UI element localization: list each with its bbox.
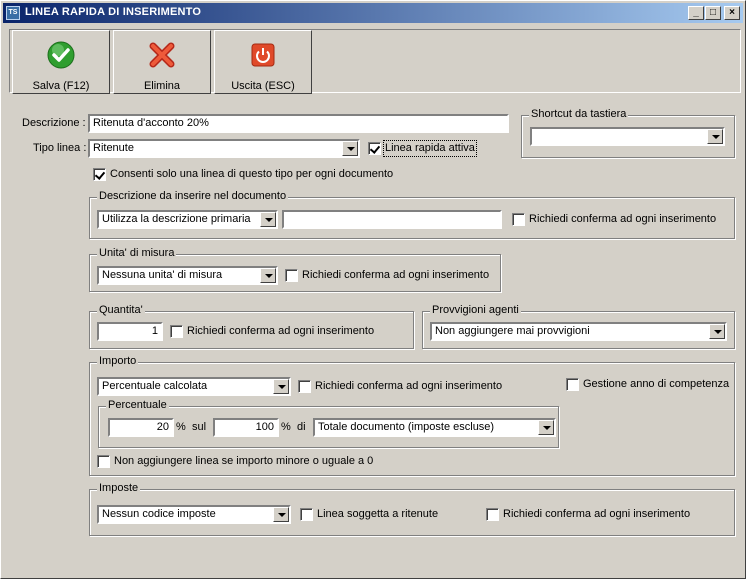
checkbox-icon[interactable] xyxy=(566,378,579,391)
soggetta-ritenute-checkbox[interactable]: Linea soggetta a ritenute xyxy=(300,508,438,522)
provvigioni-group: Provvigioni agenti Non aggiungere mai pr… xyxy=(422,304,735,349)
quantita-input[interactable]: 1 xyxy=(97,322,163,341)
checkbox-checked-icon[interactable] xyxy=(93,168,106,181)
maximize-button[interactable]: □ xyxy=(705,6,721,20)
descrizione-mode-select[interactable]: Utilizza la descrizione primaria xyxy=(97,210,278,229)
checkbox-icon[interactable] xyxy=(300,508,313,521)
percent-symbol-2: % xyxy=(281,421,291,433)
descrizione-doc-group: Descrizione da inserire nel documento Ut… xyxy=(89,190,735,239)
importo-confirm-label: Richiedi conferma ad ogni inserimento xyxy=(315,380,503,392)
exit-button[interactable]: Uscita (ESC) xyxy=(214,30,312,94)
delete-button[interactable]: Elimina xyxy=(113,30,211,94)
quantita-title: Quantita' xyxy=(97,304,145,316)
descrizione-doc-confirm-label: Richiedi conferma ad ogni inserimento xyxy=(529,213,717,225)
minimize-button[interactable]: _ xyxy=(688,6,704,20)
descrizione-doc-title: Descrizione da inserire nel documento xyxy=(97,190,289,202)
chevron-down-icon[interactable] xyxy=(273,507,289,522)
tipo-linea-select[interactable]: Ritenute xyxy=(88,139,360,158)
shortcut-group-title: Shortcut da tastiera xyxy=(529,108,629,120)
totale-select[interactable]: Totale documento (imposte escluse) xyxy=(313,418,556,437)
imposte-value: Nessun codice imposte xyxy=(102,508,216,520)
unita-title: Unita' di misura xyxy=(97,247,177,259)
linea-rapida-attiva-label: Linea rapida attiva xyxy=(383,140,477,157)
provvigioni-title: Provvigioni agenti xyxy=(430,304,521,316)
toolbar: Salva (F12) Elimina Uscita (ESC) xyxy=(9,29,741,94)
checkmark-icon xyxy=(47,41,75,69)
linea-rapida-attiva-checkbox[interactable]: Linea rapida attiva xyxy=(368,140,477,157)
imposte-select[interactable]: Nessun codice imposte xyxy=(97,505,291,524)
totale-value: Totale documento (imposte escluse) xyxy=(318,421,495,433)
chevron-down-icon[interactable] xyxy=(707,129,723,144)
provvigioni-select[interactable]: Non aggiungere mai provvigioni xyxy=(430,322,727,341)
title-bar[interactable]: TS LINEA RAPIDA DI INSERIMENTO _ □ × xyxy=(3,3,743,23)
importo-mode-select[interactable]: Percentuale calcolata xyxy=(97,377,291,396)
descrizione-input[interactable]: Ritenuta d'acconto 20% xyxy=(88,114,509,133)
shortcut-group: Shortcut da tastiera xyxy=(521,108,735,158)
imposte-group: Imposte Nessun codice imposte Linea sogg… xyxy=(89,482,735,536)
delete-button-label: Elimina xyxy=(143,80,181,92)
power-icon xyxy=(251,43,275,67)
unita-group: Unita' di misura Nessuna unita' di misur… xyxy=(89,247,501,292)
gestione-anno-checkbox[interactable]: Gestione anno di competenza xyxy=(566,378,729,392)
percentuale-group: Percentuale 20 % sul 100 % di Totale doc… xyxy=(98,399,559,448)
quantita-group: Quantita' 1 Richiedi conferma ad ogni in… xyxy=(89,304,414,349)
checkbox-icon[interactable] xyxy=(170,325,183,338)
quantita-confirm-checkbox[interactable]: Richiedi conferma ad ogni inserimento xyxy=(170,325,374,339)
percent-input[interactable]: 20 xyxy=(108,418,174,437)
chevron-down-icon[interactable] xyxy=(538,420,554,435)
checkbox-icon[interactable] xyxy=(298,380,311,393)
imposte-confirm-checkbox[interactable]: Richiedi conferma ad ogni inserimento xyxy=(486,508,690,522)
delete-x-icon xyxy=(149,42,175,68)
checkbox-icon[interactable] xyxy=(486,508,499,521)
tipo-linea-value: Ritenute xyxy=(93,142,134,154)
soggetta-ritenute-label: Linea soggetta a ritenute xyxy=(317,508,439,520)
chevron-down-icon[interactable] xyxy=(260,212,276,227)
shortcut-select[interactable] xyxy=(530,127,725,146)
unita-confirm-label: Richiedi conferma ad ogni inserimento xyxy=(302,269,490,281)
chevron-down-icon[interactable] xyxy=(273,379,289,394)
app-icon: TS xyxy=(6,6,20,20)
unita-value: Nessuna unita' di misura xyxy=(102,269,223,281)
non-aggiungere-checkbox[interactable]: Non aggiungere linea se importo minore o… xyxy=(97,455,373,469)
checkbox-checked-icon[interactable] xyxy=(368,142,381,155)
importo-mode-value: Percentuale calcolata xyxy=(102,380,208,392)
close-button[interactable]: × xyxy=(724,6,740,20)
descrizione-mode-value: Utilizza la descrizione primaria xyxy=(102,213,251,225)
percent-symbol: % xyxy=(176,421,186,433)
importo-title: Importo xyxy=(97,355,139,367)
importo-confirm-checkbox[interactable]: Richiedi conferma ad ogni inserimento xyxy=(298,380,502,394)
imposte-title: Imposte xyxy=(97,482,141,494)
tipo-linea-label: Tipo linea : xyxy=(33,142,87,154)
chevron-down-icon[interactable] xyxy=(260,268,276,283)
base-input[interactable]: 100 xyxy=(213,418,279,437)
checkbox-icon[interactable] xyxy=(512,213,525,226)
percentuale-title: Percentuale xyxy=(106,399,169,411)
consenti-label: Consenti solo una linea di questo tipo p… xyxy=(110,168,394,180)
checkbox-icon[interactable] xyxy=(97,455,110,468)
exit-button-label: Uscita (ESC) xyxy=(231,80,295,92)
descrizione-label: Descrizione : xyxy=(22,117,86,129)
chevron-down-icon[interactable] xyxy=(342,141,358,156)
unita-confirm-checkbox[interactable]: Richiedi conferma ad ogni inserimento xyxy=(285,269,489,283)
sul-label: sul xyxy=(192,421,207,433)
di-label: di xyxy=(297,421,306,433)
unita-select[interactable]: Nessuna unita' di misura xyxy=(97,266,278,285)
chevron-down-icon[interactable] xyxy=(709,324,725,339)
consenti-checkbox[interactable]: Consenti solo una linea di questo tipo p… xyxy=(93,168,393,182)
importo-group: Importo Percentuale calcolata Richiedi c… xyxy=(89,355,735,476)
imposte-confirm-label: Richiedi conferma ad ogni inserimento xyxy=(503,508,691,520)
provvigioni-value: Non aggiungere mai provvigioni xyxy=(435,325,590,337)
window-title: LINEA RAPIDA DI INSERIMENTO xyxy=(25,6,202,18)
gestione-anno-label: Gestione anno di competenza xyxy=(583,378,730,390)
save-button[interactable]: Salva (F12) xyxy=(12,30,110,94)
descrizione-doc-input[interactable] xyxy=(282,210,502,229)
non-aggiungere-label: Non aggiungere linea se importo minore o… xyxy=(114,455,374,467)
dialog-window: TS LINEA RAPIDA DI INSERIMENTO _ □ × Sal… xyxy=(0,0,746,579)
checkbox-icon[interactable] xyxy=(285,269,298,282)
quantita-confirm-label: Richiedi conferma ad ogni inserimento xyxy=(187,325,375,337)
descrizione-doc-confirm-checkbox[interactable]: Richiedi conferma ad ogni inserimento xyxy=(512,213,716,227)
save-button-label: Salva (F12) xyxy=(32,80,90,92)
